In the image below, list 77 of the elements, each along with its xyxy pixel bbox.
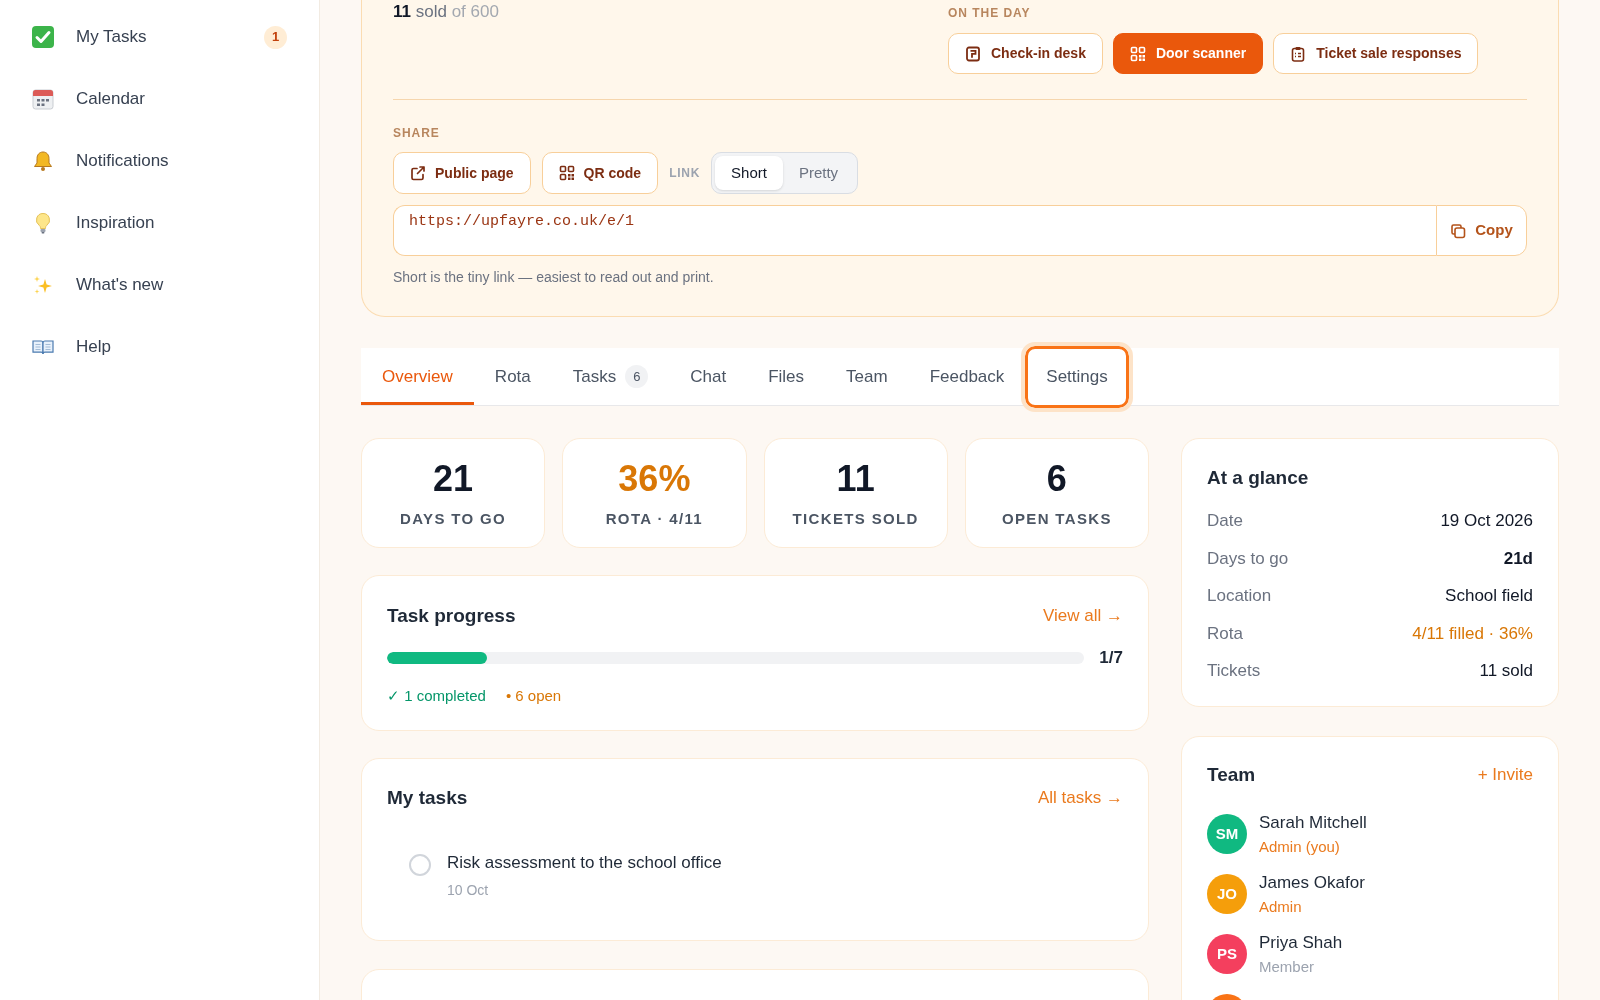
action-button[interactable]: Ticket sale responses	[1273, 33, 1479, 74]
stat-value: 6	[1046, 459, 1067, 499]
glance-value: School field	[1445, 585, 1533, 607]
tab[interactable]: Team	[825, 348, 909, 405]
clipboard-icon	[1290, 45, 1307, 62]
section-label: SHARE	[393, 125, 441, 141]
glance-label: Rota	[1207, 622, 1243, 645]
action-button[interactable]: Door scanner	[1112, 33, 1264, 74]
open-count: • 6 open	[505, 686, 562, 706]
member-role: Admin (you)	[1259, 837, 1341, 857]
sidebar-item[interactable]: What's new	[0, 254, 319, 316]
member-role: Member	[1259, 957, 1315, 977]
task-checkbox[interactable]	[409, 854, 431, 876]
card-title: Task progress	[387, 604, 516, 628]
member-role: Admin	[1259, 897, 1303, 917]
due-date: 10 Oct	[447, 881, 490, 899]
stat-label: OPEN TASKS	[1001, 509, 1112, 529]
tab[interactable]: Settings	[1021, 342, 1133, 412]
sidebar-item[interactable]: Notifications	[0, 130, 319, 192]
sidebar-item[interactable]: My Tasks 1	[0, 6, 319, 68]
avatar: SM	[1207, 814, 1247, 854]
url-field[interactable]: https://upfayre.co.uk/e/1	[393, 205, 1436, 256]
stat-value: 21	[433, 459, 474, 499]
count-badge: 1	[264, 25, 287, 49]
checkmark-icon	[32, 26, 54, 48]
glance-value: 19 Oct 2026	[1440, 510, 1533, 532]
qr-code-icon	[1129, 45, 1146, 62]
task-title: Risk assessment to the school office	[447, 852, 722, 874]
qr-code-icon	[558, 165, 575, 181]
action-button[interactable]: Check-in desk	[948, 33, 1103, 74]
glance-label: Location	[1207, 585, 1272, 607]
tab[interactable]: Overview	[361, 348, 474, 405]
copy-button[interactable]: Copy	[1436, 205, 1527, 256]
toggle-option[interactable]: Short	[715, 156, 783, 190]
hint-text: Short is the tiny link — easiest to read out and print.	[393, 268, 715, 286]
glance-label: Tickets	[1207, 660, 1261, 682]
sidebar-item[interactable]: Calendar	[0, 68, 319, 130]
calendar-icon	[32, 88, 54, 110]
card-title: Team	[1207, 763, 1256, 787]
card-title: My tasks	[387, 786, 468, 810]
tab[interactable]: Chat	[669, 348, 748, 405]
copy-icon	[1450, 222, 1467, 239]
glance-label: Date	[1207, 510, 1243, 532]
completed-count: ✓ 1 completed	[387, 686, 486, 706]
progress-reading: 1/7	[1099, 648, 1123, 668]
section-label: ON THE DAY	[948, 5, 1032, 21]
tickets-sold-text: 11 sold of 600	[393, 3, 499, 21]
glance-value: 21d	[1503, 547, 1533, 570]
stat-label: DAYS TO GO	[400, 509, 507, 529]
open-book-icon	[32, 339, 54, 355]
tab[interactable]: Files	[747, 348, 826, 405]
tab[interactable]: Tasks 6	[551, 348, 670, 405]
member-name: Sarah Mitchell	[1259, 812, 1367, 834]
member-name: James Okafor	[1259, 872, 1365, 894]
lightbulb-icon	[35, 212, 51, 234]
sidebar-item[interactable]: Inspiration	[0, 192, 319, 254]
tab[interactable]: Rota	[473, 348, 552, 405]
count-badge: 6	[625, 365, 649, 388]
sidebar-item[interactable]: Help	[0, 316, 319, 378]
stat-label: ROTA · 4/11	[605, 509, 704, 529]
stat-value: 36%	[618, 459, 691, 499]
glance-value: 11 sold	[1479, 660, 1533, 682]
card-title: At a glance	[1207, 466, 1310, 490]
share-button[interactable]: QR code	[541, 152, 659, 194]
member-name: Priya Shah	[1259, 932, 1343, 954]
stat-value: 11	[836, 459, 875, 499]
stat-label: TICKETS SOLD	[792, 509, 919, 529]
avatar: PS	[1207, 934, 1247, 974]
glance-value: 4/11 filled · 36%	[1412, 622, 1533, 645]
toggle-option[interactable]: Pretty	[782, 156, 855, 190]
glance-label: Days to go	[1207, 547, 1289, 570]
flag-box-icon	[965, 45, 981, 62]
bell-icon	[32, 150, 54, 172]
avatar: JO	[1207, 874, 1247, 914]
external-link-icon	[410, 165, 426, 181]
share-button[interactable]: Public page	[393, 152, 531, 194]
link-label: LINK	[669, 165, 701, 182]
